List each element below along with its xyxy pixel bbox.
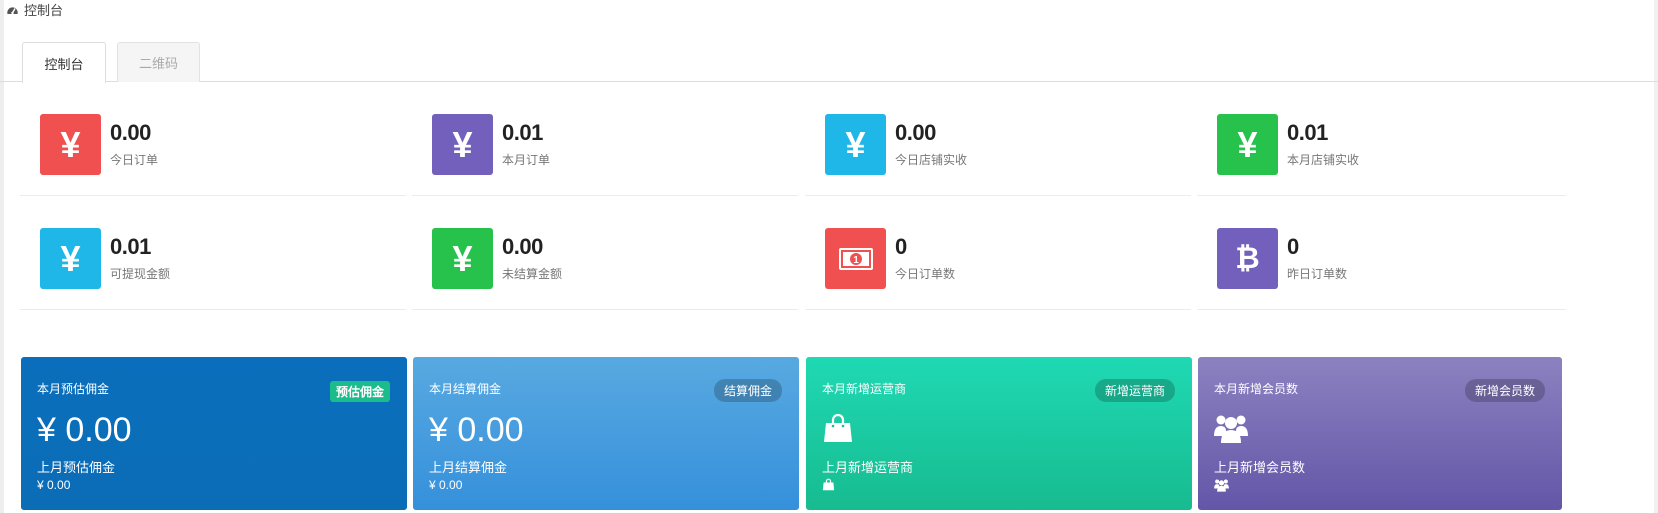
tab-qrcode[interactable]: 二维码 xyxy=(117,42,200,82)
stat-value: 0 xyxy=(895,234,907,259)
stat-value: 0.01 xyxy=(502,120,543,145)
shopping-bag-icon xyxy=(822,478,835,496)
stat-today-order-count: 1 0 今日订单数 xyxy=(805,228,1191,310)
card-new-members: 本月新增会员数 新增会员数 上月新增会员数 xyxy=(1198,357,1562,510)
stat-value: 0.00 xyxy=(895,120,936,145)
stat-month-store-income: ¥ 0.01 本月店铺实收 xyxy=(1197,114,1566,196)
card-title: 本月新增会员数 xyxy=(1214,382,1299,396)
stat-unsettled: ¥ 0.00 未结算金额 xyxy=(412,228,798,310)
users-icon xyxy=(1214,412,1248,449)
money-bill-icon: 1 xyxy=(825,228,886,289)
stat-yesterday-order-count: ₿ 0 昨日订单数 xyxy=(1197,228,1566,310)
stat-today-store-income: ¥ 0.00 今日店铺实收 xyxy=(805,114,1191,196)
card-badge: 新增运营商 xyxy=(1094,379,1175,402)
stat-label: 本月订单 xyxy=(502,153,551,167)
card-sub-label: 上月预估佣金 xyxy=(37,460,116,475)
card-estimated-commission: 本月预估佣金 预估佣金 ¥ 0.00 上月预估佣金 ¥ 0.00 xyxy=(21,357,407,510)
card-value: ¥ 0.00 xyxy=(37,411,132,449)
stat-label: 未结算金额 xyxy=(502,267,563,281)
stat-value: 0.01 xyxy=(1287,120,1328,145)
shopping-bag-icon xyxy=(822,412,854,449)
users-icon xyxy=(1214,478,1229,497)
card-badge: 结算佣金 xyxy=(713,379,782,402)
breadcrumb-label: 控制台 xyxy=(24,2,64,18)
stat-label: 可提现金额 xyxy=(110,267,171,281)
stat-withdrawable: ¥ 0.01 可提现金额 xyxy=(20,228,406,310)
stat-label: 今日订单 xyxy=(110,153,159,167)
stat-today-orders: ¥ 0.00 今日订单 xyxy=(20,114,406,196)
stat-label: 本月店铺实收 xyxy=(1287,153,1360,167)
yen-icon: ¥ xyxy=(432,114,493,175)
card-sub-label: 上月新增会员数 xyxy=(1214,460,1306,475)
card-value: ¥ 0.00 xyxy=(429,411,524,449)
bitcoin-icon: ₿ xyxy=(1217,228,1278,289)
stat-label: 昨日订单数 xyxy=(1287,267,1348,281)
card-sub-value: ¥ 0.00 xyxy=(37,478,71,492)
yen-icon: ¥ xyxy=(1217,114,1278,175)
tab-dashboard[interactable]: 控制台 xyxy=(22,42,106,83)
yen-icon: ¥ xyxy=(40,228,101,289)
stat-label: 今日订单数 xyxy=(895,267,956,281)
svg-text:1: 1 xyxy=(853,255,859,266)
card-title: 本月新增运营商 xyxy=(822,382,907,396)
yen-icon: ¥ xyxy=(825,114,886,175)
stat-label: 今日店铺实收 xyxy=(895,153,968,167)
stat-value: 0 xyxy=(1287,234,1299,259)
breadcrumb: 控制台 xyxy=(6,0,63,18)
card-settled-commission: 本月结算佣金 结算佣金 ¥ 0.00 上月结算佣金 ¥ 0.00 xyxy=(413,357,799,510)
card-title: 本月结算佣金 xyxy=(429,382,502,396)
stat-month-orders: ¥ 0.01 本月订单 xyxy=(412,114,798,196)
card-badge: 新增会员数 xyxy=(1464,379,1545,402)
card-badge: 预估佣金 xyxy=(329,381,390,402)
card-new-operators: 本月新增运营商 新增运营商 上月新增运营商 xyxy=(806,357,1192,510)
stat-value: 0.01 xyxy=(110,234,151,259)
yen-icon: ¥ xyxy=(432,228,493,289)
stat-value: 0.00 xyxy=(502,234,543,259)
card-sub-value: ¥ 0.00 xyxy=(429,478,463,492)
card-title: 本月预估佣金 xyxy=(37,382,110,396)
stat-value: 0.00 xyxy=(110,120,151,145)
tab-bar: 控制台 二维码 xyxy=(0,42,1658,83)
yen-icon: ¥ xyxy=(40,114,101,175)
card-sub-label: 上月结算佣金 xyxy=(429,460,508,475)
card-sub-label: 上月新增运营商 xyxy=(822,460,914,475)
dashboard-icon xyxy=(7,6,18,14)
